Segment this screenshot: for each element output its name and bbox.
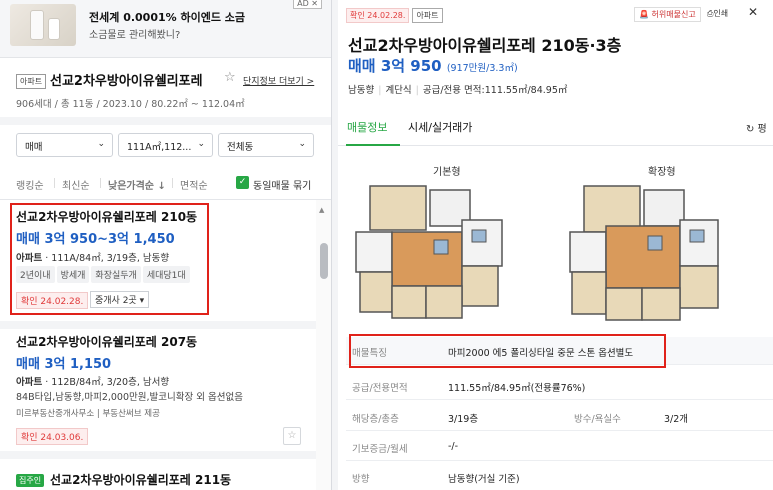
listing-panel: 전세계 0.0001% 하이엔드 소금 소금물로 관리해봤니? AD ✕ 아파트… xyxy=(0,0,332,490)
dong-select[interactable]: 전체동 ⌄ xyxy=(218,133,314,157)
tab-listing-info[interactable]: 매물정보 xyxy=(347,119,387,135)
confirm-date-badge: 확인 24.03.06. xyxy=(16,428,89,445)
report-button[interactable]: 🚨 허위매물신고 xyxy=(634,7,701,22)
highlight-box xyxy=(10,203,209,315)
sort-bar: 랭킹순 최신순 낮은가격순 ↓ 면적순 ✓ 동일매물 묶기 xyxy=(0,168,331,200)
row-value: 3/19층 xyxy=(448,414,479,425)
complex-type-tag: 아파트 xyxy=(16,74,47,89)
sort-ranking[interactable]: 랭킹순 xyxy=(16,177,44,192)
row-value: 3/2개 xyxy=(664,414,689,425)
sort-latest[interactable]: 최신순 xyxy=(62,177,90,192)
active-tab-indicator xyxy=(346,144,400,146)
complex-name: 선교2차우방아이유쉘리포레 xyxy=(50,74,203,89)
row-key: 방향 xyxy=(352,474,370,485)
listing-list: 선교2차우방아이유쉘리포레 210동 매매 3억 950~3억 1,450 아파… xyxy=(0,200,331,490)
filter-bar: 매매 ⌄ 111A㎡,112... ⌄ 전체동 ⌄ xyxy=(0,125,331,167)
floorplan-basic-image[interactable] xyxy=(350,180,508,340)
detail-meta: 남동향 | 계단식 | 공급/전용 면적:111.55㎡/84.95㎡ xyxy=(348,85,568,96)
list-item[interactable]: 선교2차우방아이유쉘리포레 207동 매매 3억 1,150 아파트 · 112… xyxy=(0,329,316,449)
row-key: 공급/전용면적 xyxy=(352,383,408,394)
scrollbar-thumb[interactable] xyxy=(320,243,328,279)
close-icon[interactable]: ✕ xyxy=(748,5,758,19)
floorplan-extended-image[interactable] xyxy=(566,180,724,340)
sort-area[interactable]: 면적순 xyxy=(180,177,208,192)
sort-low-price[interactable]: 낮은가격순 ↓ xyxy=(108,177,166,192)
detail-badges: 확인 24.02.28. 아파트 xyxy=(346,8,443,23)
floorplan-label-extended: 확장형 xyxy=(648,167,676,178)
ad-banner[interactable]: 전세계 0.0001% 하이엔드 소금 소금물로 관리해봤니? AD ✕ xyxy=(0,0,331,58)
dong-value: 전체동 xyxy=(227,142,254,153)
ad-close-button[interactable]: AD ✕ xyxy=(293,0,322,9)
price-per-pyeong: (917만원/3.3㎡) xyxy=(446,63,518,74)
owner-badge: 집주인 xyxy=(16,474,45,487)
detail-panel: 확인 24.02.28. 아파트 🚨 허위매물신고 ⎙인쇄 ✕ 선교2차우방아이유… xyxy=(338,0,773,490)
area-select[interactable]: 111A㎡,112... ⌄ xyxy=(118,133,213,157)
row-value: 남동향(거실 기준) xyxy=(448,474,520,485)
list-item[interactable]: 선교2차우방아이유쉘리포레 210동 매매 3억 950~3억 1,450 아파… xyxy=(0,200,316,323)
meta-area: 공급/전용 면적:111.55㎡/84.95㎡ xyxy=(422,85,568,96)
row-value: 111.55㎡/84.95㎡(전용률76%) xyxy=(448,383,586,394)
detail-title: 선교2차우방아이유쉘리포레 210동·3층 xyxy=(348,36,622,55)
chevron-down-icon: ⌄ xyxy=(197,139,205,149)
table-row: 방향 남동향(거실 기준) xyxy=(346,463,773,490)
ad-thumbnail xyxy=(10,4,76,46)
property-type-tag: 아파트 xyxy=(412,8,443,23)
row-key: 방수/욕실수 xyxy=(574,414,621,425)
table-row: 공급/전용면적 111.55㎡/84.95㎡(전용률76%) xyxy=(346,372,773,400)
deal-type-value: 매매 xyxy=(25,142,43,153)
detail-price: 매매 3억 950 (917만원/3.3㎡) xyxy=(348,57,518,75)
meta-structure: 계단식 xyxy=(385,85,412,96)
confirm-date-badge: 확인 24.02.28. xyxy=(346,8,410,23)
deal-type-select[interactable]: 매매 ⌄ xyxy=(16,133,113,157)
listing-title[interactable]: 선교2차우방아이유쉘리포레 207동 xyxy=(16,333,197,350)
detail-tabs: 매물정보 시세/실거래가 ↻ 평 xyxy=(338,106,773,146)
listing-spec: 아파트 · 112B/84㎡, 3/20층, 남서향 xyxy=(16,377,170,388)
ad-title[interactable]: 전세계 0.0001% 하이엔드 소금 xyxy=(89,9,245,25)
alarm-icon: 🚨 xyxy=(639,10,649,19)
table-row: 기보증금/월세 -/- xyxy=(346,433,773,461)
chevron-down-icon: ⌄ xyxy=(298,139,306,149)
same-listing-checkbox[interactable]: ✓ xyxy=(236,176,249,189)
same-listing-label: 동일매물 묶기 xyxy=(253,181,312,192)
highlight-box xyxy=(349,334,666,368)
meta-direction: 남동향 xyxy=(348,85,375,96)
scroll-up-icon[interactable]: ▲ xyxy=(319,206,324,214)
row-key: 기보증금/월세 xyxy=(352,444,408,455)
favorite-star-icon[interactable]: ☆ xyxy=(283,427,301,445)
row-value: -/- xyxy=(448,441,459,452)
list-item[interactable]: 집주인 선교2차우방아이유쉘리포레 211동 xyxy=(0,459,316,490)
print-button[interactable]: ⎙인쇄 xyxy=(703,7,732,20)
table-row: 해당층/총층 3/19층 방수/욕실수 3/2개 xyxy=(346,403,773,431)
complex-header: 아파트 선교2차우방아이유쉘리포레 ☆ 단지정보 더보기 > 906세대 / 총… xyxy=(0,58,331,125)
listing-price: 매매 3억 1,150 xyxy=(16,357,112,372)
chevron-down-icon: ⌄ xyxy=(97,139,105,149)
area-value: 111A㎡,112... xyxy=(127,142,192,153)
row-key: 해당층/총층 xyxy=(352,414,399,425)
listing-title[interactable]: 선교2차우방아이유쉘리포레 211동 xyxy=(50,471,231,488)
complex-more-link[interactable]: 단지정보 더보기 > xyxy=(243,74,314,87)
refresh-button[interactable]: ↻ 평 xyxy=(746,120,767,135)
favorite-star-icon[interactable]: ☆ xyxy=(224,70,236,85)
ad-subtitle: 소금물로 관리해봤니? xyxy=(89,30,181,41)
floorplan-label-basic: 기본형 xyxy=(433,167,461,178)
complex-info: 906세대 / 총 11동 / 2023.10 / 80.22㎡ ~ 112.0… xyxy=(16,99,245,110)
tab-price-history[interactable]: 시세/실거래가 xyxy=(408,119,472,135)
listing-agency: 미르부동산중개사무소 | 부동산써브 제공 xyxy=(16,409,160,419)
listing-description: 84B타입,남동향,마피2,000만원,발코니확장 외 옵션없음 xyxy=(16,392,243,403)
